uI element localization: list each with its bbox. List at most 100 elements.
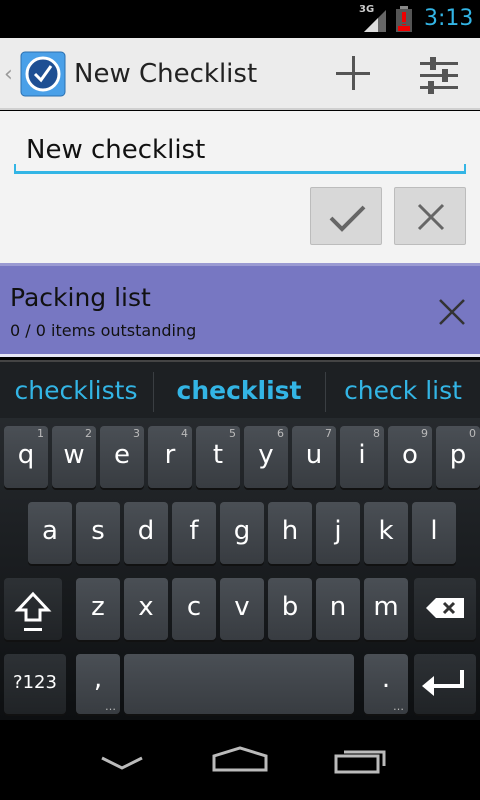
- key-hint: 6: [277, 427, 284, 440]
- key-label: a: [42, 516, 58, 546]
- shift-key[interactable]: [4, 578, 62, 640]
- page-title: New Checklist: [74, 59, 258, 89]
- key-d[interactable]: d: [124, 502, 168, 564]
- key-label: c: [186, 592, 202, 622]
- key-hint: 5: [229, 427, 236, 440]
- checklist-name-input[interactable]: [14, 129, 466, 171]
- space-bar[interactable]: [124, 654, 354, 714]
- key-label: g: [233, 516, 251, 546]
- key-label: x: [138, 592, 154, 622]
- key-hint: 3: [133, 427, 140, 440]
- suggestion-strip: checklists checklist check list: [0, 360, 480, 418]
- key-label: e: [114, 440, 130, 470]
- shift-icon: [14, 591, 52, 631]
- key-hint: 8: [373, 427, 380, 440]
- key-label: n: [329, 592, 347, 622]
- plus-icon: [336, 56, 370, 90]
- backspace-key[interactable]: [414, 578, 476, 640]
- checklist-name: Packing list: [10, 283, 151, 312]
- delete-icon[interactable]: [430, 290, 474, 334]
- key-h[interactable]: h: [268, 502, 312, 564]
- up-caret-icon[interactable]: ‹: [4, 62, 13, 87]
- key-label: z: [91, 592, 105, 622]
- key-x[interactable]: x: [124, 578, 168, 640]
- recent-apps-button[interactable]: [312, 730, 408, 790]
- signal-icon: [364, 10, 386, 32]
- key-q[interactable]: 1q: [4, 426, 48, 488]
- key-k[interactable]: k: [364, 502, 408, 564]
- key-hint: 1: [37, 427, 44, 440]
- suggestion-checklists[interactable]: checklists: [0, 368, 152, 414]
- input-underline: [14, 164, 466, 174]
- sliders-icon: [420, 57, 458, 94]
- key-j[interactable]: j: [316, 502, 360, 564]
- key-b[interactable]: b: [268, 578, 312, 640]
- key-a[interactable]: a: [28, 502, 72, 564]
- battery-low-icon: [396, 6, 412, 32]
- key-g[interactable]: g: [220, 502, 264, 564]
- period-key[interactable]: . …: [364, 654, 408, 714]
- key-i[interactable]: 8i: [340, 426, 384, 488]
- items-outstanding: 0 / 0 items outstanding: [10, 321, 197, 340]
- home-button[interactable]: [192, 730, 288, 790]
- list-item[interactable]: Packing list 0 / 0 items outstanding: [0, 263, 480, 357]
- cancel-button[interactable]: [394, 187, 466, 245]
- key-w[interactable]: 2w: [52, 426, 96, 488]
- symbols-key[interactable]: ?123: [4, 654, 66, 714]
- key-label: v: [234, 592, 250, 622]
- close-icon: [417, 203, 445, 231]
- key-v[interactable]: v: [220, 578, 264, 640]
- suggestion-check-list[interactable]: check list: [326, 368, 480, 414]
- settings-button[interactable]: [402, 38, 474, 110]
- suggestion-checklist[interactable]: checklist: [154, 368, 324, 414]
- key-label: y: [258, 440, 274, 470]
- comma-key[interactable]: , …: [76, 654, 120, 714]
- key-label: .: [381, 664, 391, 694]
- key-hint: 9: [421, 427, 428, 440]
- key-hint: 0: [469, 427, 476, 440]
- key-label: k: [378, 516, 394, 546]
- key-r[interactable]: 4r: [148, 426, 192, 488]
- enter-key[interactable]: [414, 654, 476, 714]
- key-label: u: [305, 440, 323, 470]
- recent-apps-icon: [334, 750, 386, 774]
- key-label: b: [281, 592, 299, 622]
- key-label: ,: [93, 664, 103, 694]
- check-icon: [329, 205, 366, 232]
- clock: 3:13: [424, 6, 474, 31]
- key-p[interactable]: 0p: [436, 426, 480, 488]
- key-label: l: [430, 516, 438, 546]
- back-button[interactable]: [74, 730, 170, 790]
- add-button[interactable]: [318, 38, 390, 110]
- app-logo-icon[interactable]: [20, 51, 66, 97]
- symbols-key-label: ?123: [13, 672, 57, 693]
- key-label: s: [91, 516, 105, 546]
- key-e[interactable]: 3e: [100, 426, 144, 488]
- confirm-button[interactable]: [310, 187, 382, 245]
- key-f[interactable]: f: [172, 502, 216, 564]
- key-label: d: [137, 516, 155, 546]
- key-label: f: [189, 516, 199, 546]
- action-bar: ‹ New Checklist: [0, 38, 480, 110]
- key-c[interactable]: c: [172, 578, 216, 640]
- key-l[interactable]: l: [412, 502, 456, 564]
- key-m[interactable]: m: [364, 578, 408, 640]
- enter-icon: [422, 670, 464, 696]
- soft-keyboard: checklists checklist check list 1q 2w 3e…: [0, 360, 480, 720]
- key-o[interactable]: 9o: [388, 426, 432, 488]
- key-label: h: [281, 516, 299, 546]
- key-n[interactable]: n: [316, 578, 360, 640]
- key-label: r: [164, 440, 176, 470]
- key-u[interactable]: 7u: [292, 426, 336, 488]
- key-label: p: [449, 440, 467, 470]
- key-z[interactable]: z: [76, 578, 120, 640]
- key-label: o: [402, 440, 418, 470]
- back-chevron-icon: [101, 756, 143, 770]
- key-hint: …: [105, 700, 116, 713]
- key-label: t: [212, 440, 224, 470]
- key-y[interactable]: 6y: [244, 426, 288, 488]
- key-label: m: [373, 592, 399, 622]
- key-s[interactable]: s: [76, 502, 120, 564]
- key-t[interactable]: 5t: [196, 426, 240, 488]
- key-label: i: [358, 440, 366, 470]
